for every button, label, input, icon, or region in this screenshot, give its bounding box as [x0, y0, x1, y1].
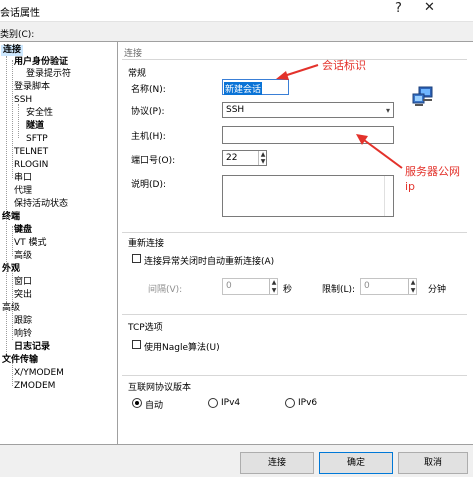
- description-scrollbar[interactable]: [384, 176, 393, 216]
- tree-item-sftp[interactable]: SFTP: [26, 134, 48, 145]
- ip-auto-label: 自动: [145, 401, 164, 411]
- port-label: 端口号(O):: [131, 156, 176, 166]
- connect-button[interactable]: 连接: [240, 452, 314, 474]
- auto-reconnect-label: 连接异常关闭时自动重新连接(A): [144, 257, 275, 267]
- panel-header: 连接: [124, 49, 143, 59]
- category-label: 类别(C):: [0, 30, 35, 40]
- description-label: 说明(D):: [131, 180, 166, 190]
- interval-spinner[interactable]: ▲ ▼: [269, 279, 277, 294]
- interval-unit: 秒: [283, 285, 293, 295]
- tree-item-window[interactable]: 窗口: [14, 277, 32, 288]
- ip-section-title: 互联网协议版本: [128, 383, 192, 393]
- session-name-input[interactable]: 新建会话: [222, 79, 289, 95]
- name-label: 名称(N):: [131, 85, 166, 95]
- ip-auto-radio[interactable]: [132, 398, 142, 408]
- limit-spinner[interactable]: ▲ ▼: [408, 279, 416, 294]
- tcp-section-title: TCP选项: [128, 323, 163, 333]
- divider: [122, 232, 467, 233]
- interval-value: 0: [226, 281, 232, 291]
- tree-item-tunnel[interactable]: 隧道: [26, 121, 44, 132]
- port-value: 22: [226, 153, 238, 163]
- ok-button[interactable]: 确定: [319, 452, 393, 474]
- tree-connector: [18, 104, 19, 138]
- tree-item-keyboard[interactable]: 键盘: [14, 225, 32, 236]
- tree-item-terminal[interactable]: 终端: [2, 212, 20, 223]
- general-section-title: 常规: [128, 69, 147, 79]
- tree-item-serial[interactable]: 串口: [14, 173, 32, 184]
- port-spinner[interactable]: ▲ ▼: [258, 151, 266, 165]
- tree-item-xymodem[interactable]: X/YMODEM: [14, 368, 64, 379]
- tree-item-advanced[interactable]: 高级: [2, 303, 20, 314]
- tree-item-auth[interactable]: 用户身份验证: [14, 57, 68, 68]
- help-icon[interactable]: ?: [395, 1, 402, 16]
- tree-item-vt-mode[interactable]: VT 模式: [14, 238, 47, 249]
- interval-input[interactable]: 0 ▲ ▼: [222, 278, 278, 295]
- limit-label: 限制(L):: [322, 285, 356, 295]
- limit-input[interactable]: 0 ▲ ▼: [360, 278, 417, 295]
- tree-item-highlight[interactable]: 突出: [14, 290, 32, 301]
- chevron-down-icon: ▾: [385, 106, 390, 115]
- tree-item-file-transfer[interactable]: 文件传输: [2, 355, 38, 366]
- session-id-annotation: 会话标识: [322, 59, 366, 72]
- tree-item-terminal-advanced[interactable]: 高级: [14, 251, 32, 262]
- server-ip-annotation: 服务器公网: [405, 165, 460, 178]
- title-bar: [0, 0, 473, 22]
- header-divider: [122, 59, 467, 60]
- session-name-value: 新建会话: [224, 82, 263, 95]
- tree-item-rlogin[interactable]: RLOGIN: [14, 160, 48, 171]
- protocol-select[interactable]: SSH ▾: [222, 102, 394, 118]
- server-ip-annotation-2: ip: [405, 180, 416, 193]
- interval-label: 间隔(V):: [148, 285, 183, 295]
- computer-icon: [411, 85, 435, 109]
- tree-item-appearance[interactable]: 外观: [2, 264, 20, 275]
- divider: [122, 375, 467, 376]
- tree-item-zmodem[interactable]: ZMODEM: [14, 381, 55, 392]
- description-input[interactable]: [222, 175, 394, 217]
- divider: [122, 314, 467, 315]
- tree-item-logging[interactable]: 日志记录: [14, 342, 50, 353]
- ipv4-label: IPv4: [221, 398, 241, 408]
- port-input[interactable]: 22 ▲ ▼: [222, 150, 267, 166]
- limit-unit: 分钟: [428, 285, 447, 295]
- tree-item-ssh[interactable]: SSH: [14, 95, 32, 106]
- reconnect-section-title: 重新连接: [128, 239, 165, 249]
- protocol-value: SSH: [226, 105, 245, 115]
- limit-value: 0: [364, 281, 370, 291]
- tree-item-login-script[interactable]: 登录脚本: [14, 82, 50, 93]
- cancel-button[interactable]: 取消: [398, 452, 468, 474]
- tree-connector: [12, 226, 13, 256]
- nagle-checkbox[interactable]: [132, 340, 141, 349]
- close-icon[interactable]: ✕: [424, 0, 435, 15]
- host-label: 主机(H):: [131, 132, 166, 142]
- tree-item-security[interactable]: 安全性: [26, 108, 53, 119]
- window-title: 会话属性: [0, 8, 40, 19]
- auto-reconnect-checkbox[interactable]: [132, 254, 141, 263]
- ipv6-label: IPv6: [298, 398, 318, 408]
- tree-item-keepalive[interactable]: 保持活动状态: [14, 199, 68, 210]
- tree-item-login-prompt[interactable]: 登录提示符: [26, 69, 71, 80]
- category-tree[interactable]: 连接 用户身份验证 登录提示符 登录脚本 SSH 安全性 隧道 SFTP TEL…: [0, 41, 118, 445]
- protocol-label: 协议(P):: [131, 107, 165, 117]
- nagle-label: 使用Nagle算法(U): [144, 343, 220, 353]
- tree-connector: [12, 60, 13, 178]
- ipv6-radio[interactable]: [285, 398, 295, 408]
- tree-item-proxy[interactable]: 代理: [14, 186, 32, 197]
- tree-item-telnet[interactable]: TELNET: [14, 147, 48, 158]
- ipv4-radio[interactable]: [208, 398, 218, 408]
- tree-item-bell[interactable]: 响铃: [14, 329, 32, 340]
- tree-item-connection[interactable]: 连接: [1, 45, 24, 56]
- tree-item-trace[interactable]: 跟踪: [14, 316, 32, 327]
- host-input[interactable]: [222, 126, 394, 144]
